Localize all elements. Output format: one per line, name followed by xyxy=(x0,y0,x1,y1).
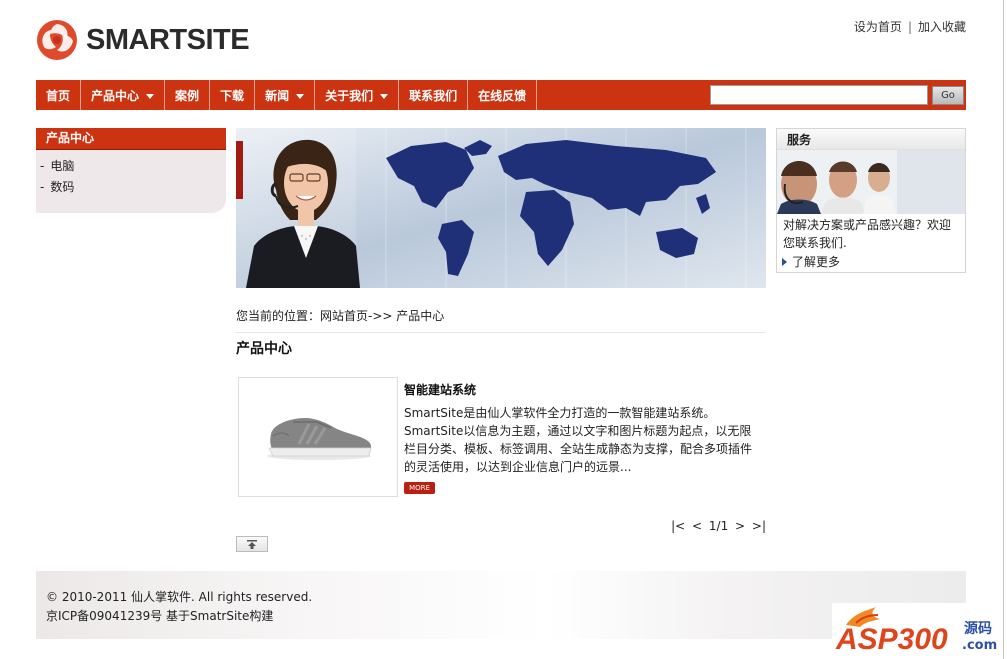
search-go-button[interactable]: Go xyxy=(932,85,964,105)
service-text: 对解决方案或产品感兴趣？欢迎您联系我们. xyxy=(783,218,952,250)
call-center-image xyxy=(777,150,965,214)
nav-item-products[interactable]: 产品中心 xyxy=(81,80,166,110)
site-logo[interactable]: SMARTSITE xyxy=(36,17,250,63)
watermark-domain: .com xyxy=(962,638,997,653)
product-description: SmartSite是由仙人掌软件全力打造的一款智能建站系统。SmartSite以… xyxy=(404,406,753,474)
search-form: Go xyxy=(710,85,964,105)
logo-swirl-icon xyxy=(37,20,77,60)
back-to-top-button[interactable] xyxy=(236,536,268,552)
footer: © 2010-2011 仙人掌软件. All rights reserved. … xyxy=(36,571,966,639)
triangle-right-icon xyxy=(782,258,787,266)
chevron-down-icon xyxy=(296,93,305,99)
nav-item-news[interactable]: 新闻 xyxy=(255,80,316,110)
window-edge xyxy=(1003,0,1004,659)
watermark-text: ASP300 xyxy=(835,623,948,655)
top-links: 设为首页 | 加入收藏 xyxy=(854,18,966,35)
nav-item-feedback[interactable]: 在线反馈 xyxy=(468,80,538,110)
sidebar-item-computer[interactable]: - 电脑 xyxy=(40,156,226,177)
search-input[interactable] xyxy=(710,85,928,105)
nav-label: 案例 xyxy=(175,88,200,103)
page-title: 产品中心 xyxy=(236,341,292,357)
pagination[interactable]: |< < 1/1 > >| xyxy=(666,519,766,533)
service-box: 服务 对解决方案或产品感兴趣？欢迎您联系我们. 了解更多 xyxy=(776,128,966,273)
nav-item-contact[interactable]: 联系我们 xyxy=(399,80,469,110)
nav-label: 新闻 xyxy=(265,88,290,103)
nav-label: 首页 xyxy=(46,88,71,103)
sidebar-item-label: 电脑 xyxy=(50,159,75,173)
logo-text: SMARTSITE xyxy=(86,23,250,56)
asp300-watermark-logo: ASP300 源码 .com xyxy=(832,603,1002,656)
sidebar-title: 产品中心 xyxy=(36,128,226,150)
banner-image xyxy=(236,128,766,288)
product-name[interactable]: 智能建站系统 xyxy=(404,381,476,398)
nav-item-download[interactable]: 下载 xyxy=(210,80,256,110)
more-button[interactable]: MORE xyxy=(404,482,435,494)
main-nav: 首页 产品中心 案例 下载 新闻 关于我们 联系我们 在线反馈 Go xyxy=(36,80,966,110)
watermark-suffix: 源码 xyxy=(964,620,992,637)
nav-label: 下载 xyxy=(220,88,245,103)
list-dash: - xyxy=(40,159,45,173)
add-favorite-link[interactable]: 加入收藏 xyxy=(918,20,966,34)
nav-label: 在线反馈 xyxy=(478,88,527,103)
arrow-up-icon xyxy=(247,539,257,549)
sidebar-categories: 产品中心 - 电脑 - 数码 xyxy=(36,128,226,213)
nav-label: 关于我们 xyxy=(325,88,374,103)
asp300-logo-image: ASP300 源码 .com xyxy=(832,603,1002,656)
service-image xyxy=(777,150,965,214)
icp-text: 京ICP备09041239号 基于SmatrSite构建 xyxy=(46,609,274,623)
sidebar-item-digital[interactable]: - 数码 xyxy=(40,177,226,198)
sidebar-item-label: 数码 xyxy=(50,180,75,194)
breadcrumb: 您当前的位置：网站首页->> 产品中心 xyxy=(236,307,766,333)
nav-label: 产品中心 xyxy=(91,88,140,103)
service-title: 服务 xyxy=(777,129,965,150)
set-homepage-link[interactable]: 设为首页 xyxy=(854,20,902,34)
shoe-image xyxy=(239,378,397,496)
nav-item-about[interactable]: 关于我们 xyxy=(315,80,400,110)
product-thumbnail[interactable] xyxy=(238,377,398,497)
nav-label: 联系我们 xyxy=(409,88,458,103)
list-dash: - xyxy=(40,180,45,194)
learn-more-link[interactable]: 了解更多 xyxy=(777,252,965,272)
copyright-text: © 2010-2011 仙人掌软件. All rights reserved. xyxy=(46,590,313,604)
banner-world-map-image xyxy=(236,128,766,288)
separator: | xyxy=(907,20,912,34)
chevron-down-icon xyxy=(146,93,155,99)
learn-more-label: 了解更多 xyxy=(792,255,841,269)
nav-item-home[interactable]: 首页 xyxy=(36,80,82,110)
chevron-down-icon xyxy=(380,93,389,99)
banner-accent-bar xyxy=(236,141,243,199)
nav-item-cases[interactable]: 案例 xyxy=(165,80,211,110)
